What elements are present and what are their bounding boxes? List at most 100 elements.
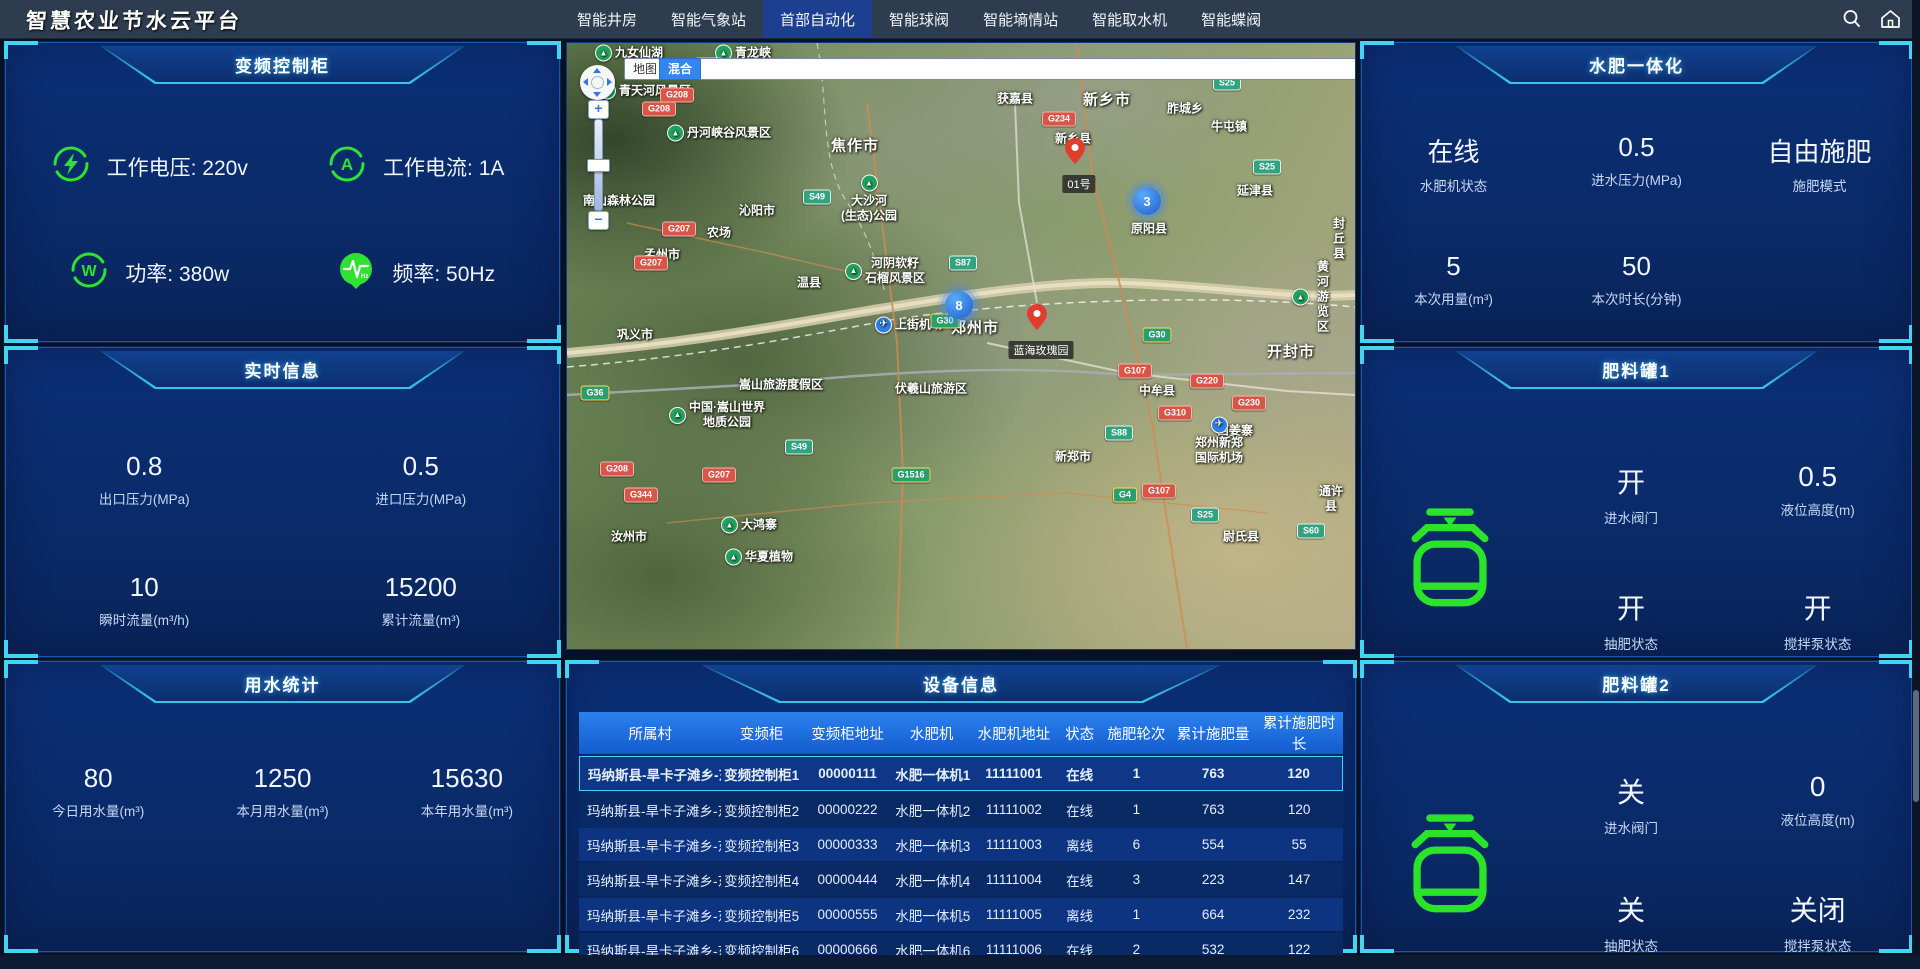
device-table-header-row: 所属村变频柜变频柜地址水肥机水肥机地址状态施肥轮次累计施肥量累计施肥时长 [579, 712, 1343, 754]
table-cell: 1 [1102, 756, 1171, 791]
panel-realtime-info: 实时信息 0.8出口压力(MPa)0.5进口压力(MPa)10瞬时流量(m³/h… [5, 347, 560, 657]
panel-header: 设备信息 [701, 665, 1221, 703]
map-place-name: 黄河游览区 [1312, 260, 1334, 335]
fertigation-metrics: 在线水肥机状态0.5进水压力(MPa)自由施肥施肥模式5本次用量(m³)50本次… [1362, 84, 1911, 308]
table-cell: 763 [1171, 793, 1255, 826]
map-place-name: 通许县 [1319, 484, 1343, 514]
map-place-label: 嵩山旅游度假区 [739, 378, 823, 393]
frequency-icon: Hz [336, 250, 376, 296]
metric-label: 水肥机状态 [1362, 175, 1545, 195]
map-place-label: 尉氏县 [1223, 530, 1259, 545]
tree-poi-icon: ▲ [861, 175, 878, 192]
map-pin-icon[interactable] [1065, 138, 1085, 169]
tree-poi-icon: ▲ [1292, 289, 1309, 306]
map-cluster-marker[interactable]: 3 [1133, 187, 1161, 215]
road-shield: S87 [949, 256, 977, 271]
satellite-map[interactable]: ▲九女仙湖▲青龙峡▲青天河风景区▲丹河峡谷风景区获嘉县新乡市新乡县胙城乡牛屯镇延… [566, 42, 1356, 650]
tree-poi-icon: ▲ [721, 517, 738, 534]
nav-tab-智能球阀[interactable]: 智能球阀 [872, 0, 966, 38]
realtime-metrics: 0.8出口压力(MPa)0.5进口压力(MPa)10瞬时流量(m³/h)1520… [6, 389, 559, 629]
metric-value: 在线 [1362, 132, 1545, 169]
road-shield: G1516 [891, 468, 930, 483]
road-shield: S49 [785, 440, 813, 455]
table-cell: 在线 [1058, 793, 1102, 826]
metric-value: 关 [1538, 771, 1725, 811]
table-column-header[interactable]: 水肥机地址 [970, 712, 1058, 754]
map-place-label: 伏羲山旅游区 [895, 382, 967, 397]
map-place-label: 农场 [707, 226, 731, 241]
table-column-header[interactable]: 变频柜地址 [802, 712, 893, 754]
page-scrollbar[interactable] [1912, 0, 1920, 969]
table-column-header[interactable]: 水肥机 [893, 712, 970, 754]
table-column-header[interactable]: 累计施肥时长 [1255, 712, 1343, 754]
road-shield: G234 [1042, 112, 1076, 127]
metric-value: 5 [1362, 251, 1545, 282]
map-cluster-marker[interactable]: 8 [945, 291, 973, 319]
app-logo: 智慧农业节水云平台 [25, 5, 243, 35]
panel-water-stats: 用水统计 80今日用水量(m³)1250本月用水量(m³)15630本年用水量(… [5, 661, 560, 952]
table-row[interactable]: 玛纳斯县-旱卡子滩乡-东岸...变频控制柜400000444水肥一体机41111… [579, 863, 1343, 896]
scrollbar-thumb[interactable] [1913, 690, 1919, 802]
metric: 5 本次用量(m³) [1362, 251, 1545, 308]
nav-tab-智能蝶阀[interactable]: 智能蝶阀 [1184, 0, 1278, 38]
nav-tab-智能井房[interactable]: 智能井房 [560, 0, 654, 38]
road-shield: G30 [1142, 328, 1171, 343]
home-icon[interactable] [1879, 8, 1902, 30]
table-cell: 120 [1255, 793, 1343, 826]
map-place-name: 获嘉县 [997, 92, 1033, 107]
map-place-label: ▲大鸿寨 [721, 517, 777, 534]
panel-header: 用水统计 [100, 665, 465, 703]
map-pan-control[interactable] [580, 65, 615, 100]
search-icon[interactable] [1841, 8, 1863, 30]
map-type-button-hybrid[interactable]: 混合 [659, 58, 701, 80]
table-column-header[interactable]: 累计施肥量 [1171, 712, 1255, 754]
nav-tab-智能取水机[interactable]: 智能取水机 [1075, 0, 1184, 38]
inverter-metric: W功率: 380w [16, 250, 283, 296]
inverter-metric: A工作电流: 1A [283, 144, 550, 190]
zoom-in-button[interactable]: + [588, 100, 609, 119]
map-type-button-map[interactable]: 地图 [624, 58, 1356, 80]
map-place-label: 焦作市 [831, 138, 879, 157]
map-pin-icon[interactable] [1027, 304, 1047, 335]
map-place-name: 尉氏县 [1223, 530, 1259, 545]
metric-label: 本次用量(m³) [1362, 288, 1545, 308]
table-column-header[interactable]: 变频柜 [721, 712, 801, 754]
table-column-header[interactable]: 施肥轮次 [1102, 712, 1171, 754]
nav-tab-智能气象站[interactable]: 智能气象站 [654, 0, 763, 38]
table-cell: 在线 [1058, 756, 1102, 791]
panel-fertilizer-tank-1: 肥料罐1 开进水阀门0.5液位高度(m)开抽肥状态开搅拌泵状态 [1361, 347, 1912, 657]
table-row[interactable]: 玛纳斯县-旱卡子滩乡-东岸...变频控制柜300000333水肥一体机31111… [579, 828, 1343, 861]
nav-tab-首部自动化[interactable]: 首部自动化 [763, 0, 872, 38]
table-cell: 11111004 [970, 863, 1058, 896]
road-shield: G310 [1158, 406, 1192, 421]
metric-value: 50 [1545, 251, 1728, 282]
metric-label: 本次时长(分钟) [1545, 288, 1728, 308]
map-place-label: 新郑市 [1055, 450, 1091, 465]
table-cell: 664 [1171, 898, 1255, 931]
metric-label: 进水压力(MPa) [1545, 169, 1728, 189]
table-row[interactable]: 玛纳斯县-旱卡子滩乡-东岸...变频控制柜500000555水肥一体机51111… [579, 898, 1343, 931]
table-row[interactable]: 玛纳斯县-旱卡子滩乡-东岸...变频控制柜200000222水肥一体机21111… [579, 793, 1343, 826]
table-column-header[interactable]: 所属村 [579, 712, 721, 754]
metric: 自由施肥施肥模式 [1728, 132, 1911, 195]
table-column-header[interactable]: 状态 [1058, 712, 1102, 754]
map-place-name: 郑州新郑 国际机场 [1195, 436, 1243, 466]
road-shield: S25 [1253, 160, 1281, 175]
panel-fertigation: 水肥一体化 在线水肥机状态0.5进水压力(MPa)自由施肥施肥模式5本次用量(m… [1361, 42, 1912, 342]
map-place-label: 牛屯镇 [1211, 120, 1247, 135]
road-shield: G220 [1190, 374, 1224, 389]
table-cell: 水肥一体机5 [893, 898, 970, 931]
zoom-out-button[interactable]: − [588, 211, 609, 230]
table-cell: 玛纳斯县-旱卡子滩乡-东岸... [579, 898, 721, 931]
table-cell: 玛纳斯县-旱卡子滩乡-东岸... [579, 828, 721, 861]
table-cell: 00000222 [802, 793, 893, 826]
nav-tab-智能墒情站[interactable]: 智能墒情站 [966, 0, 1075, 38]
zoom-slider-thumb[interactable] [587, 159, 610, 172]
metric: 1250本月用水量(m³) [190, 763, 374, 820]
map-place-label: 封丘县 [1331, 217, 1347, 262]
map-place-name: 焦作市 [831, 138, 879, 157]
table-row[interactable]: 玛纳斯县-旱卡子滩乡-东岸...变频控制柜100000111水肥一体机11111… [579, 756, 1343, 791]
map-place-name: 河阴软籽 石榴风景区 [865, 256, 925, 286]
panel-device-info: 设备信息 所属村变频柜变频柜地址水肥机水肥机地址状态施肥轮次累计施肥量累计施肥时… [566, 661, 1356, 952]
map-place-name: 中国·嵩山世界 地质公园 [689, 400, 765, 430]
